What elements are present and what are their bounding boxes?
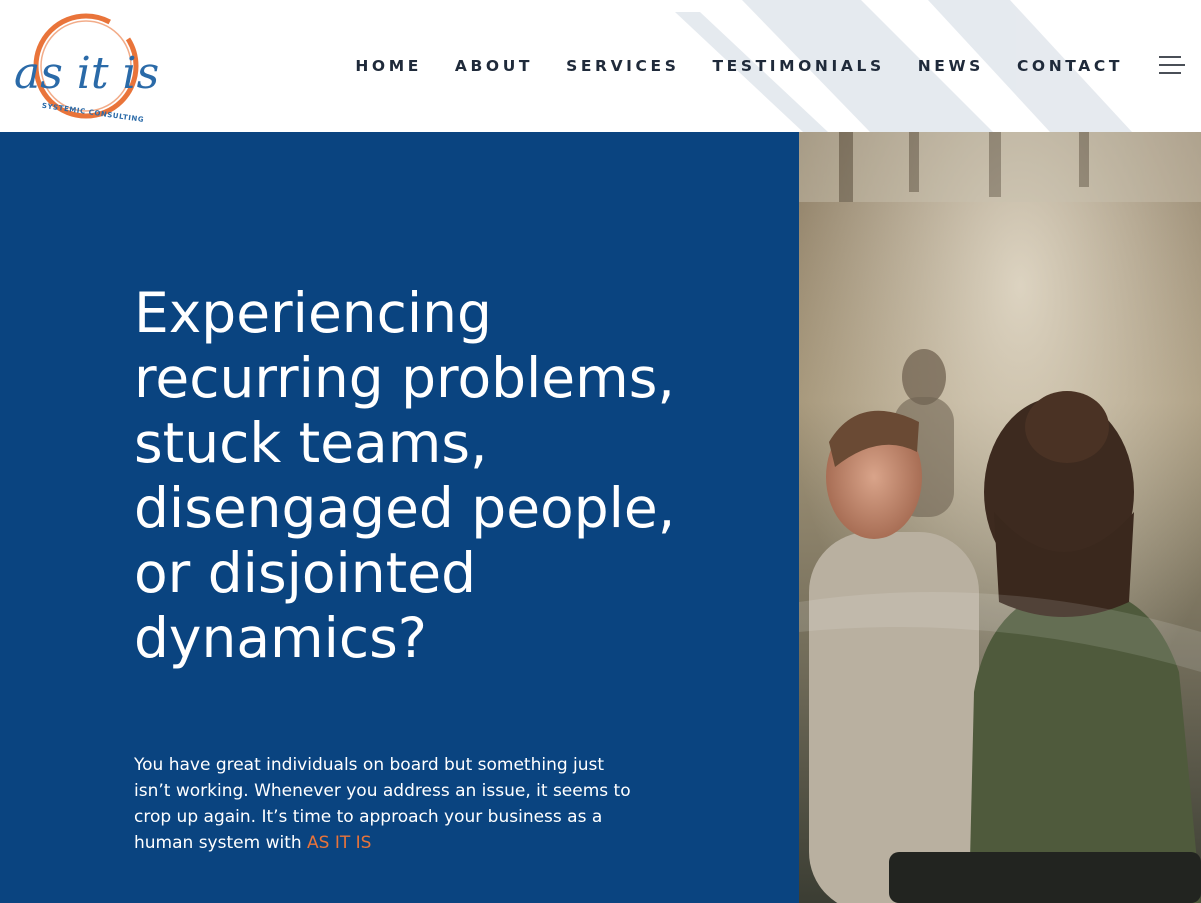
main-nav: HOME ABOUT SERVICES TESTIMONIALS NEWS CO…	[322, 0, 1123, 132]
nav-about[interactable]: ABOUT	[455, 57, 533, 75]
hero-photo	[799, 132, 1201, 903]
hero-body-text: You have great individuals on board but …	[134, 755, 631, 853]
nav-news[interactable]: NEWS	[918, 57, 984, 75]
hero-body-accent: AS IT IS	[307, 833, 372, 853]
logo-wordmark: as it is	[14, 48, 159, 99]
logo-subtext: SYSTEMIC CONSULTING	[41, 102, 144, 124]
logo[interactable]: as it is SYSTEMIC CONSULTING	[12, 8, 162, 126]
nav-home[interactable]: HOME	[355, 57, 422, 75]
nav-contact[interactable]: CONTACT	[1017, 57, 1123, 75]
site-header: as it is SYSTEMIC CONSULTING HOME ABOUT …	[0, 0, 1201, 132]
nav-testimonials[interactable]: TESTIMONIALS	[712, 57, 884, 75]
nav-services[interactable]: SERVICES	[566, 57, 679, 75]
hero-body: You have great individuals on board but …	[134, 752, 644, 856]
logo-mark: as it is SYSTEMIC CONSULTING	[14, 13, 159, 124]
hero-title: Experiencing recurring problems, stuck t…	[134, 281, 676, 670]
hamburger-icon[interactable]	[1159, 56, 1185, 76]
meeting-photo	[799, 132, 1201, 903]
